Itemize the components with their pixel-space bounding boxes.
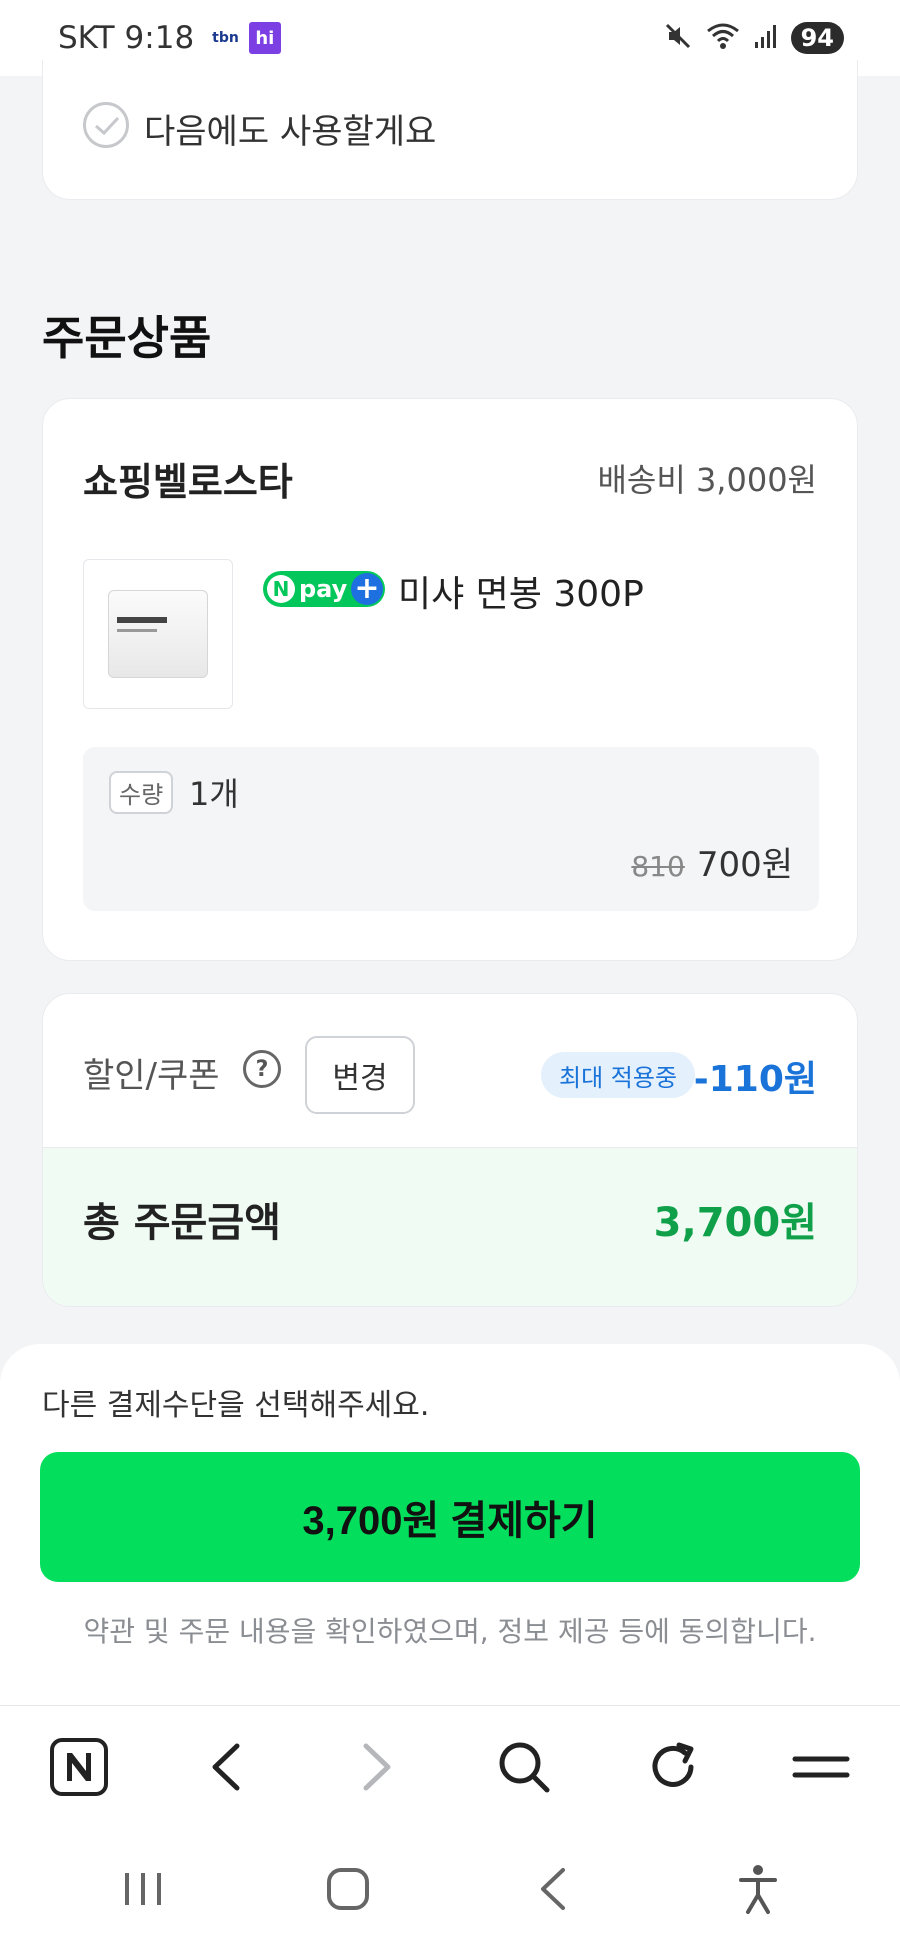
max-applied-badge: 최대 적용중 bbox=[541, 1052, 696, 1098]
quantity-box: 수량 1개 810 700원 bbox=[83, 747, 819, 911]
total-label: 총 주문금액 bbox=[83, 1200, 281, 1246]
pay-button[interactable]: 3,700원 결제하기 bbox=[40, 1452, 860, 1582]
discount-coupon-label: 할인/쿠폰 bbox=[83, 1056, 220, 1096]
search-icon[interactable] bbox=[489, 1732, 559, 1802]
check-icon bbox=[95, 116, 120, 136]
shipping-fee: 배송비 3,000원 bbox=[597, 461, 817, 499]
hi-app-icon: hi bbox=[248, 22, 281, 54]
terms-text: 약관 및 주문 내용을 확인하였으며, 정보 제공 등에 동의합니다. bbox=[83, 1615, 817, 1648]
original-price: 810 bbox=[631, 850, 685, 883]
sale-price: 700원 bbox=[696, 845, 793, 885]
quantity-value: 1개 bbox=[189, 775, 239, 813]
wifi-icon bbox=[705, 21, 741, 55]
payment-method-message: 다른 결제수단을 선택해주세요. bbox=[42, 1388, 430, 1423]
clock: 9:18 bbox=[124, 20, 195, 56]
menu-icon[interactable] bbox=[786, 1732, 856, 1802]
refresh-icon[interactable] bbox=[638, 1732, 708, 1802]
reuse-label[interactable]: 다음에도 사용할게요 bbox=[144, 104, 436, 153]
accessibility-icon[interactable] bbox=[723, 1854, 793, 1924]
browser-toolbar bbox=[0, 1706, 900, 1828]
change-coupon-button[interactable]: 변경 bbox=[305, 1036, 415, 1114]
back-icon[interactable] bbox=[192, 1732, 262, 1802]
cotton-swab-package-image bbox=[108, 590, 208, 678]
order-card: 쇼핑벨로스타 배송비 3,000원 N pay + 미샤 면봉 300P 수량 … bbox=[42, 398, 858, 961]
system-navigation bbox=[0, 1828, 900, 1950]
carrier-label: SKT bbox=[58, 20, 115, 56]
back-icon[interactable] bbox=[518, 1854, 588, 1924]
product-name[interactable]: 미샤 면봉 300P bbox=[398, 565, 644, 617]
naver-home-icon[interactable] bbox=[44, 1732, 114, 1802]
discount-card: 할인/쿠폰 ? 변경 최대 적용중 -110원 총 주문금액 3,700원 bbox=[42, 993, 858, 1307]
total-value: 3,700원 bbox=[653, 1200, 817, 1246]
signal-icon bbox=[753, 22, 779, 54]
npay-plus-badge: N pay + bbox=[263, 571, 385, 607]
tbn-icon: tbn bbox=[212, 30, 239, 46]
total-area: 총 주문금액 3,700원 bbox=[43, 1147, 857, 1306]
recent-apps-icon[interactable] bbox=[108, 1854, 178, 1924]
quantity-tag: 수량 bbox=[109, 771, 174, 814]
status-left: SKT 9:18 tbn hi bbox=[58, 20, 281, 56]
section-title: 주문상품 bbox=[42, 311, 212, 365]
mute-icon bbox=[663, 21, 693, 55]
forward-icon[interactable] bbox=[341, 1732, 411, 1802]
battery-icon: 94 bbox=[790, 22, 844, 54]
discount-amount: -110원 bbox=[693, 1059, 817, 1100]
naver-n-icon: N bbox=[267, 575, 295, 603]
price-row: 810 700원 bbox=[631, 837, 793, 886]
home-icon[interactable] bbox=[313, 1854, 383, 1924]
payment-sheet: 다른 결제수단을 선택해주세요. 3,700원 결제하기 약관 및 주문 내용을… bbox=[0, 1344, 900, 1706]
npay-label: pay bbox=[299, 575, 348, 603]
reuse-checkbox[interactable] bbox=[83, 102, 129, 148]
plus-icon: + bbox=[351, 573, 383, 605]
status-right: 94 bbox=[663, 21, 844, 55]
product-thumbnail[interactable] bbox=[83, 559, 233, 709]
reuse-payment-card: 다음에도 사용할게요 bbox=[42, 60, 858, 200]
seller-name: 쇼핑벨로스타 bbox=[83, 460, 293, 504]
help-icon[interactable]: ? bbox=[243, 1050, 281, 1088]
